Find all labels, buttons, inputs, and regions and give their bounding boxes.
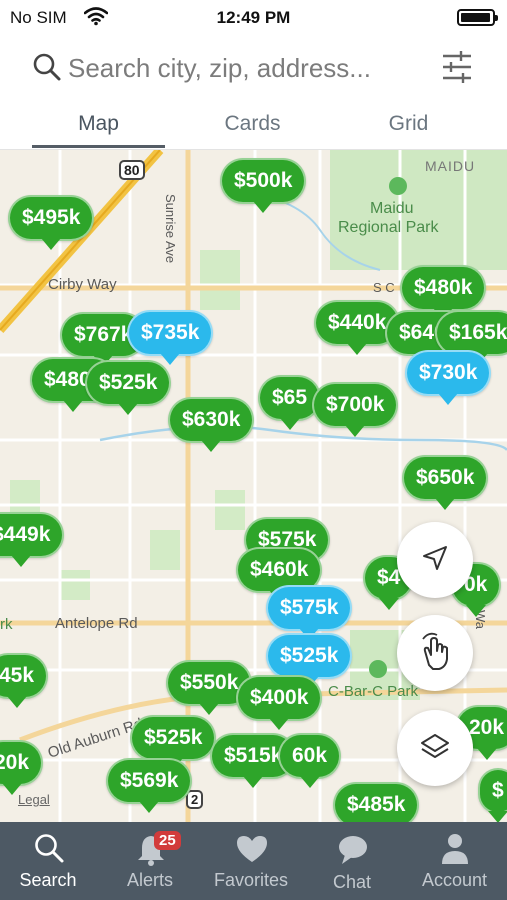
tab-cards[interactable]: Cards <box>186 112 319 136</box>
search-bar <box>0 38 507 98</box>
park-label: C-Bar-C Park <box>328 683 419 700</box>
nav-label: Favorites <box>213 870 289 890</box>
price-pin[interactable]: $ <box>478 768 507 822</box>
nav-label: Chat <box>332 872 372 892</box>
nav-favorites[interactable]: Favorites <box>200 822 302 900</box>
map-view[interactable]: 80 2 MAIDU Maidu Regional Park Cirby Way… <box>0 150 507 822</box>
park-label: rk <box>0 616 13 633</box>
street-label: Antelope Rd <box>55 615 138 632</box>
price-pin[interactable]: $525k <box>130 715 217 770</box>
price-pin[interactable]: $495k <box>8 195 95 250</box>
draw-area-button[interactable] <box>397 615 473 691</box>
price-pin[interactable]: $485k <box>333 782 420 822</box>
active-tab-indicator <box>32 145 165 148</box>
price-pin[interactable]: 60k <box>278 733 342 788</box>
search-icon <box>33 832 65 869</box>
highway-shield: 80 <box>119 160 145 180</box>
price-pin[interactable]: $575k <box>266 585 353 640</box>
price-pin[interactable]: $525k <box>85 360 172 415</box>
price-pin[interactable]: $630k <box>168 397 255 452</box>
nav-label: Search <box>19 870 77 890</box>
nav-label: Alerts <box>126 870 173 890</box>
price-pin[interactable]: $730k <box>405 350 492 405</box>
price-pin[interactable]: $500k <box>220 158 307 213</box>
street-label: S C <box>373 280 395 295</box>
search-input[interactable] <box>68 48 428 88</box>
street-label: Cirby Way <box>48 276 117 293</box>
price-pin[interactable]: $650k <box>402 455 489 510</box>
nav-alerts[interactable]: 25 Alerts <box>100 822 200 900</box>
nav-label: Account <box>421 870 488 890</box>
chat-bubble-icon <box>337 834 369 871</box>
clock: 12:49 PM <box>216 8 291 27</box>
price-pin[interactable]: $735k <box>127 310 214 365</box>
park-label-line2: Regional Park <box>338 219 439 236</box>
price-pin[interactable]: 45k <box>0 653 49 708</box>
park-label: Maidu <box>370 200 414 217</box>
heart-icon <box>235 834 269 869</box>
layers-icon <box>419 730 451 767</box>
neighborhood-label: MAIDU <box>425 158 476 174</box>
nav-search[interactable]: Search <box>0 822 96 900</box>
search-icon <box>32 52 62 87</box>
price-pin[interactable]: $480k <box>400 265 487 320</box>
status-bar: No SIM 12:49 PM <box>0 0 507 36</box>
price-pin[interactable]: $400k <box>236 675 323 730</box>
bottom-tab-bar: Search 25 Alerts Favorites Chat Account <box>0 822 507 900</box>
alerts-badge: 25 <box>154 831 181 850</box>
price-pin[interactable]: $700k <box>312 382 399 437</box>
map-layers-button[interactable] <box>397 710 473 786</box>
hand-draw-icon <box>415 629 455 678</box>
person-icon <box>440 832 470 871</box>
location-arrow-icon <box>420 543 450 578</box>
street-label: Sunrise Ave <box>163 194 178 264</box>
tab-grid[interactable]: Grid <box>342 112 475 136</box>
nav-chat[interactable]: Chat <box>302 822 402 900</box>
price-pin[interactable]: $449k <box>0 512 65 567</box>
tab-map[interactable]: Map <box>32 112 165 136</box>
locate-me-button[interactable] <box>397 522 473 598</box>
price-pin[interactable]: $569k <box>106 758 193 813</box>
nav-account[interactable]: Account <box>402 822 507 900</box>
price-pin[interactable]: $525k <box>266 633 353 688</box>
price-pin[interactable]: $65 <box>258 375 322 430</box>
battery-icon <box>457 9 498 26</box>
view-tabs: Map Cards Grid <box>0 100 507 150</box>
filter-sliders-icon[interactable] <box>441 50 473 89</box>
legal-link[interactable]: Legal <box>18 792 50 807</box>
